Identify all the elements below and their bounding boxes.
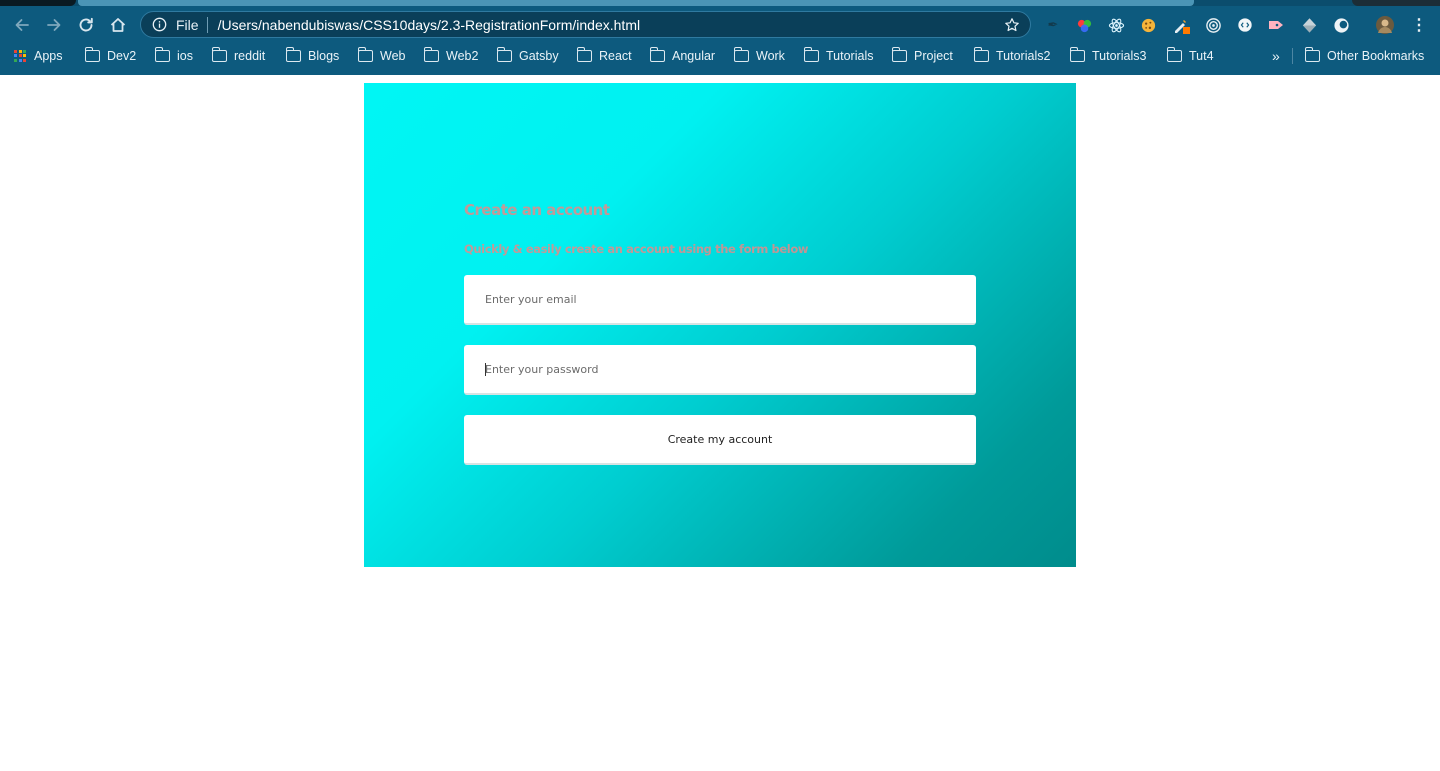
bookmarks-divider	[1292, 48, 1293, 64]
bookmark-label: Blogs	[308, 48, 340, 63]
bookmark-apps[interactable]: Apps	[14, 46, 63, 65]
folder-icon	[973, 46, 989, 62]
bookmark-folder[interactable]: Tutorials	[803, 46, 874, 65]
bookmark-label: Work	[756, 48, 785, 63]
star-icon[interactable]	[1004, 17, 1020, 33]
extension-react-icon[interactable]	[1107, 16, 1125, 34]
address-bar[interactable]: File /Users/nabendubiswas/CSS10days/2.3-…	[140, 11, 1031, 38]
back-icon[interactable]	[11, 14, 33, 36]
bookmark-label: Apps	[34, 48, 63, 63]
folder-icon	[154, 46, 170, 62]
folder-icon	[891, 46, 907, 62]
bookmark-folder[interactable]: Tutorials3	[1069, 46, 1147, 65]
bookmark-label: Tutorials	[826, 48, 874, 63]
bookmark-label: React	[599, 48, 632, 63]
form-subtitle: Quickly & easily create an account using…	[464, 242, 809, 256]
bookmark-folder[interactable]: Work	[733, 46, 785, 65]
folder-icon	[84, 46, 100, 62]
registration-panel: Create an account Quickly & easily creat…	[364, 83, 1076, 567]
bookmark-label: Dev2	[107, 48, 137, 63]
bookmark-other-bookmarks[interactable]: Other Bookmarks	[1304, 46, 1425, 65]
folder-icon	[649, 46, 665, 62]
bookmark-folder[interactable]: React	[576, 46, 632, 65]
extension-target-icon[interactable]	[1204, 16, 1222, 34]
folder-icon	[1069, 46, 1085, 62]
bookmarks-bar: Apps Dev2 ios reddit Blogs Web Web2 Gats…	[0, 42, 1440, 69]
info-icon[interactable]	[151, 17, 167, 33]
create-account-button[interactable]: Create my account	[464, 415, 976, 465]
email-field[interactable]	[464, 275, 976, 323]
folder-icon	[576, 46, 592, 62]
folder-icon	[423, 46, 439, 62]
bookmark-label: Web	[380, 48, 406, 63]
password-field[interactable]	[464, 345, 976, 393]
browser-chrome: File /Users/nabendubiswas/CSS10days/2.3-…	[0, 0, 1440, 75]
folder-icon	[733, 46, 749, 62]
bookmarks-overflow-button[interactable]: »	[1272, 46, 1280, 65]
bookmark-label: Project	[914, 48, 953, 63]
bookmark-label: reddit	[234, 48, 266, 63]
extension-code-icon[interactable]	[1236, 16, 1254, 34]
bookmark-folder[interactable]: Tut4	[1166, 46, 1214, 65]
bookmark-label: Other Bookmarks	[1327, 48, 1425, 63]
avatar[interactable]	[1376, 16, 1394, 34]
bookmark-label: Web2	[446, 48, 479, 63]
folder-icon	[1304, 46, 1320, 62]
bookmark-label: Gatsby	[519, 48, 559, 63]
extension-eyedropper-icon[interactable]	[1172, 16, 1190, 34]
folder-icon	[496, 46, 512, 62]
bookmark-folder[interactable]: Tutorials2	[973, 46, 1051, 65]
bookmark-label: Tutorials3	[1092, 48, 1147, 63]
bookmark-folder[interactable]: Web2	[423, 46, 479, 65]
extension-moon-icon[interactable]	[1332, 16, 1350, 34]
bookmark-folder[interactable]: Angular	[649, 46, 716, 65]
bookmark-folder[interactable]: Gatsby	[496, 46, 559, 65]
folder-icon	[211, 46, 227, 62]
extension-pen-icon[interactable]: ✒	[1044, 16, 1062, 34]
folder-icon	[1166, 46, 1182, 62]
extension-cube-icon[interactable]	[1300, 16, 1318, 34]
bookmark-folder[interactable]: Dev2	[84, 46, 137, 65]
form-title: Create an account	[464, 201, 610, 219]
folder-icon	[803, 46, 819, 62]
bookmark-folder[interactable]: ios	[154, 46, 193, 65]
url-text[interactable]: /Users/nabendubiswas/CSS10days/2.3-Regis…	[218, 17, 641, 33]
bookmark-label: Angular	[672, 48, 716, 63]
extension-tag-icon[interactable]	[1267, 16, 1285, 34]
bookmark-label: ios	[177, 48, 193, 63]
bookmark-label: Tutorials2	[996, 48, 1051, 63]
extension-color-wheel-icon[interactable]	[1075, 16, 1093, 34]
reload-icon[interactable]	[75, 14, 97, 36]
email-field-wrapper	[464, 275, 976, 325]
url-scheme-label: File	[176, 16, 199, 33]
bookmark-folder[interactable]: reddit	[211, 46, 266, 65]
bookmark-folder[interactable]: Blogs	[285, 46, 340, 65]
bookmark-folder[interactable]: Project	[891, 46, 953, 65]
forward-icon[interactable]	[43, 14, 65, 36]
text-caret	[485, 363, 486, 376]
bookmark-label: Tut4	[1189, 48, 1214, 63]
browser-toolbar: File /Users/nabendubiswas/CSS10days/2.3-…	[0, 6, 1440, 42]
extension-cookie-icon[interactable]	[1139, 16, 1157, 34]
folder-icon	[285, 46, 301, 62]
password-field-wrapper	[464, 345, 976, 395]
menu-icon[interactable]: ⋮	[1410, 16, 1428, 34]
registration-form: Create an account Quickly & easily creat…	[464, 201, 976, 465]
bookmark-folder[interactable]: Web	[357, 46, 406, 65]
address-divider	[206, 16, 208, 33]
apps-grid-icon	[14, 49, 26, 62]
home-icon[interactable]	[107, 14, 129, 36]
folder-icon	[357, 46, 373, 62]
